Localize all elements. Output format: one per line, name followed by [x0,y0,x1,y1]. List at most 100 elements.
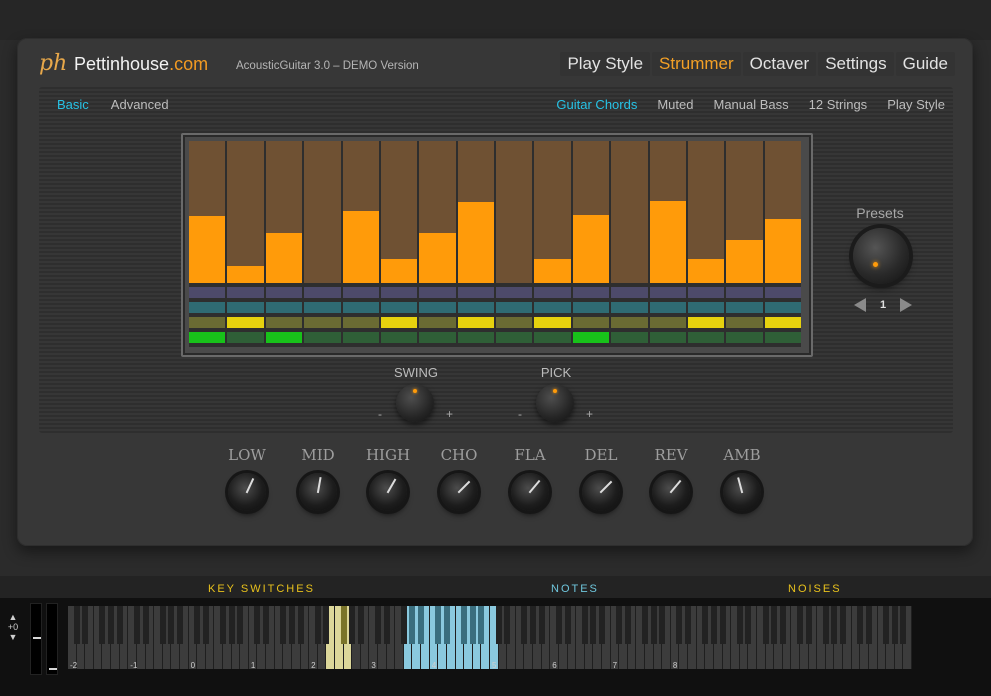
row4-step-10[interactable] [534,332,571,343]
row3-step-6[interactable] [380,317,418,328]
black-key[interactable] [650,606,657,644]
row1-step-5[interactable] [342,287,379,298]
fx-high-knob[interactable] [369,473,407,511]
preset-next-arrow-icon[interactable] [900,298,912,312]
row4-step-1[interactable] [189,332,226,343]
subtab-play-style[interactable]: Play Style [887,97,945,112]
step-2[interactable] [227,141,264,283]
row3-step-8[interactable] [457,317,494,328]
black-key[interactable] [108,606,115,644]
black-key[interactable] [900,606,907,644]
black-key[interactable] [685,606,692,644]
black-key[interactable] [779,606,786,644]
row4-step-7[interactable] [419,332,456,343]
row1-step-16[interactable] [764,287,801,298]
black-key[interactable] [409,606,416,644]
black-key[interactable] [745,606,752,644]
black-key[interactable] [762,606,769,644]
fx-del-knob[interactable] [582,473,620,511]
row4-step-11[interactable] [572,332,610,343]
step-9[interactable] [496,141,533,283]
black-key[interactable] [624,606,631,644]
row3-step-13[interactable] [649,317,686,328]
step-15[interactable] [726,141,763,283]
row4-step-5[interactable] [342,332,379,343]
black-key[interactable] [461,606,468,644]
row3-step-2[interactable] [227,317,264,328]
swing-knob[interactable] [396,384,434,422]
black-key[interactable] [642,606,649,644]
row4-step-9[interactable] [496,332,533,343]
octave-down-icon[interactable]: ▼ [2,632,24,642]
row2-step-2[interactable] [227,302,264,313]
row2-step-3[interactable] [265,302,303,313]
step-3[interactable] [265,141,303,283]
black-key[interactable] [314,606,321,644]
black-key[interactable] [521,606,528,644]
step-11[interactable] [572,141,610,283]
row3-step-14[interactable] [687,317,725,328]
black-key[interactable] [822,606,829,644]
black-key[interactable] [443,606,450,644]
row3-step-12[interactable] [611,317,648,328]
tab-strummer[interactable]: Strummer [652,52,741,76]
black-key[interactable] [357,606,364,644]
piano-keyboard[interactable]: -2 -1 0 1 2 3 4 5 6 7 8 [68,606,912,670]
subtab-basic[interactable]: Basic [57,97,89,112]
black-key[interactable] [495,606,502,644]
fx-rev-knob[interactable] [652,473,690,511]
tab-octaver[interactable]: Octaver [742,52,817,76]
subtab-advanced[interactable]: Advanced [111,97,169,112]
black-key[interactable] [555,606,562,644]
black-key[interactable] [702,606,709,644]
row2-step-10[interactable] [534,302,571,313]
black-key[interactable] [771,606,778,644]
black-key[interactable] [280,606,287,644]
step-14[interactable] [687,141,725,283]
subtab-muted[interactable]: Muted [657,97,693,112]
row3-step-3[interactable] [265,317,303,328]
row3-step-1[interactable] [189,317,226,328]
row3-step-9[interactable] [496,317,533,328]
black-key[interactable] [168,606,175,644]
black-key[interactable] [288,606,295,644]
row2-step-4[interactable] [304,302,341,313]
row1-step-6[interactable] [380,287,418,298]
row1-step-7[interactable] [419,287,456,298]
row2-step-15[interactable] [726,302,763,313]
octave-up-icon[interactable]: ▲ [2,612,24,622]
row1-step-8[interactable] [457,287,494,298]
row3-step-16[interactable] [764,317,801,328]
black-key[interactable] [383,606,390,644]
row3-step-4[interactable] [304,317,341,328]
row4-step-14[interactable] [687,332,725,343]
row3-step-15[interactable] [726,317,763,328]
black-key[interactable] [263,606,270,644]
pick-knob[interactable] [536,384,574,422]
row2-step-12[interactable] [611,302,648,313]
black-key[interactable] [598,606,605,644]
row1-step-2[interactable] [227,287,264,298]
row2-step-7[interactable] [419,302,456,313]
step-8[interactable] [457,141,494,283]
row2-step-9[interactable] [496,302,533,313]
black-key[interactable] [99,606,106,644]
black-key[interactable] [297,606,304,644]
row2-step-8[interactable] [457,302,494,313]
tab-guide[interactable]: Guide [895,52,955,76]
black-key[interactable] [349,606,356,644]
black-key[interactable] [323,606,330,644]
row1-step-13[interactable] [649,287,686,298]
black-key[interactable] [228,606,235,644]
black-key[interactable] [340,606,347,644]
black-key[interactable] [564,606,571,644]
row2-step-16[interactable] [764,302,801,313]
row1-step-11[interactable] [572,287,610,298]
black-key[interactable] [891,606,898,644]
black-key[interactable] [659,606,666,644]
black-key[interactable] [202,606,209,644]
row3-step-5[interactable] [342,317,379,328]
octave-shift[interactable]: ▲ +0 ▼ [2,612,24,652]
step-13[interactable] [649,141,686,283]
row2-step-13[interactable] [649,302,686,313]
